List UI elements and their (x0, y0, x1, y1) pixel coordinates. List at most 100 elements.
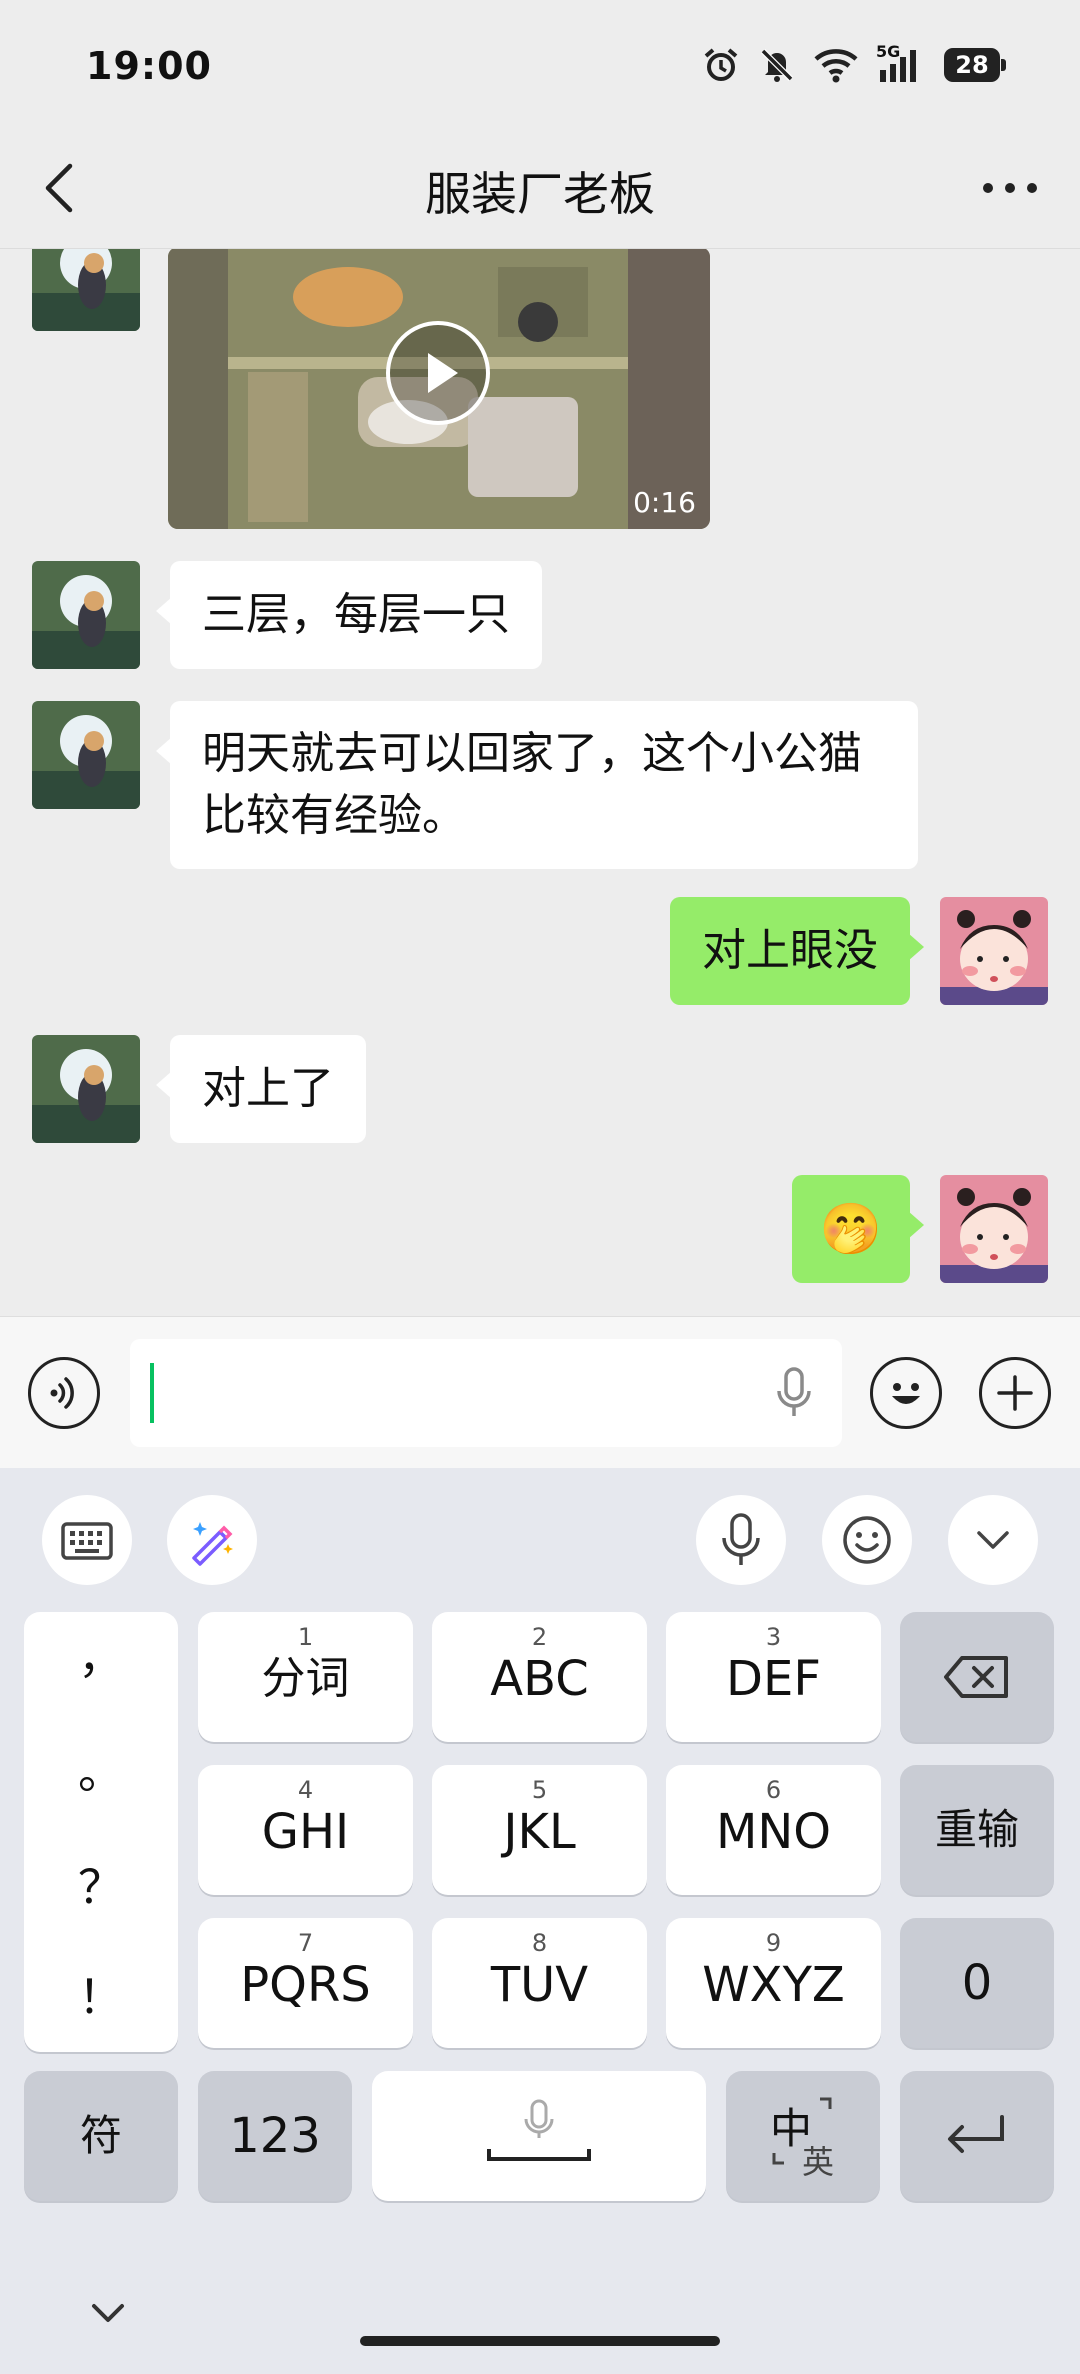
battery-level: 28 (955, 51, 989, 79)
key-label: PQRS (240, 1957, 371, 2013)
punct-period-key[interactable]: 。 (24, 1722, 178, 1832)
key-label: MNO (715, 1804, 832, 1860)
chat-title: 服装厂老板 (425, 167, 655, 221)
emoji-panel-button[interactable] (822, 1495, 912, 1585)
contact-avatar[interactable] (32, 1035, 140, 1143)
video-duration: 0:16 (633, 486, 696, 519)
dictation-mic-icon[interactable] (774, 1367, 814, 1419)
punct-question-key[interactable]: ？ (24, 1832, 178, 1942)
keyboard-layout-button[interactable] (42, 1495, 132, 1585)
incoming-message[interactable]: 对上了 (156, 1035, 366, 1143)
outgoing-message[interactable]: 对上眼没 (670, 897, 924, 1005)
key-9[interactable]: 9 WXYZ (666, 1918, 881, 2048)
key-label: DEF (726, 1651, 821, 1707)
key-7[interactable]: 7 PQRS (198, 1918, 413, 2048)
key-label: 符 (79, 2111, 122, 2160)
text-cursor (150, 1363, 154, 1423)
message-text: 三层，每层一只 (202, 589, 510, 640)
chat-header: 服装厂老板 (0, 130, 1080, 249)
message-text: 明天就去可以回家了，这个小公猫比较有经验。 (202, 728, 862, 841)
key-2[interactable]: 2 ABC (432, 1612, 647, 1742)
play-icon (428, 353, 458, 393)
punct-comma-key[interactable]: ， (24, 1612, 178, 1722)
contact-avatar[interactable] (32, 701, 140, 809)
key-label: 0 (961, 1955, 993, 2011)
wifi-icon (814, 49, 858, 83)
numbers-key[interactable]: 123 (198, 2071, 352, 2201)
key-number: 9 (765, 1929, 782, 1957)
symbol-key[interactable]: 符 (24, 2071, 178, 2201)
key-4[interactable]: 4 GHI (198, 1765, 413, 1895)
hide-keyboard-button[interactable] (948, 1495, 1038, 1585)
home-indicator[interactable] (360, 2336, 720, 2346)
keyboard: ， 。 ？ ！ 1 分词 2 ABC 3 DEF 4 GHI 5 JKL 6 M… (0, 1468, 1080, 2374)
key-label: GHI (261, 1804, 350, 1860)
enter-icon (948, 2115, 1004, 2153)
keyboard-icon (61, 1522, 113, 1560)
alarm-icon (704, 48, 738, 81)
message-input[interactable] (130, 1339, 842, 1447)
enter-key[interactable] (900, 2071, 1054, 2201)
key-8[interactable]: 8 TUV (432, 1918, 647, 2048)
emoji-message: 🤭 (819, 1200, 883, 1258)
key-number: 4 (297, 1776, 314, 1804)
message-text: 对上眼没 (702, 925, 878, 976)
status-bar: 19:00 5G 28 (0, 0, 1080, 130)
signal-icon: 5G (876, 42, 926, 84)
key-0[interactable]: 0 (900, 1918, 1054, 2048)
backspace-icon (944, 1656, 1008, 1698)
battery-icon: 28 (944, 48, 1006, 82)
key-label: WXYZ (702, 1957, 845, 2013)
collapse-keyboard-icon[interactable] (88, 2298, 128, 2328)
video-message[interactable]: 0:16 (168, 249, 710, 529)
mute-icon (760, 48, 794, 82)
key-number: 1 (297, 1623, 314, 1651)
status-icons: 5G 28 (702, 42, 1006, 84)
message-text: 对上了 (202, 1063, 334, 1114)
punctuation-panel: ， 。 ？ ！ (24, 1612, 178, 2052)
key-1[interactable]: 1 分词 (198, 1612, 413, 1742)
key-3[interactable]: 3 DEF (666, 1612, 881, 1742)
punct-exclaim-key[interactable]: ！ (24, 1942, 178, 2052)
reenter-key[interactable]: 重输 (900, 1765, 1054, 1895)
input-bar (0, 1316, 1080, 1469)
my-avatar[interactable] (940, 1175, 1048, 1283)
space-mic-icon (487, 2099, 591, 2161)
chat-area: 0:16 三层，每层一只 明天就去可以回家了，这个小公猫比较有经验。 对上眼没 … (0, 249, 1080, 1316)
more-options-icon[interactable] (980, 158, 1040, 218)
key-number: 8 (531, 1929, 548, 1957)
ai-writing-button[interactable] (167, 1495, 257, 1585)
key-6[interactable]: 6 MNO (666, 1765, 881, 1895)
outgoing-message[interactable]: 🤭 (792, 1175, 924, 1283)
network-type: 5G (876, 42, 901, 61)
voice-input-button[interactable] (696, 1495, 786, 1585)
voice-mode-button[interactable] (28, 1357, 100, 1429)
key-number: 2 (531, 1623, 548, 1651)
smiley-icon (892, 1383, 920, 1404)
play-button[interactable] (386, 321, 490, 425)
space-key[interactable] (372, 2071, 706, 2201)
key-label: JKL (503, 1804, 576, 1860)
key-label: 重输 (934, 1805, 1019, 1854)
voice-icon (50, 1377, 74, 1409)
more-functions-button[interactable] (979, 1357, 1051, 1429)
incoming-message[interactable]: 三层，每层一只 (156, 561, 542, 669)
key-label: TUV (490, 1957, 589, 2013)
key-5[interactable]: 5 JKL (432, 1765, 647, 1895)
key-number: 7 (297, 1929, 314, 1957)
chevron-down-icon (977, 1531, 1009, 1549)
language-switch-key[interactable]: 中 英 (726, 2071, 880, 2201)
emoji-button[interactable] (870, 1357, 942, 1429)
plus-icon (997, 1375, 1033, 1411)
contact-avatar[interactable] (32, 561, 140, 669)
smiley-icon (843, 1516, 891, 1564)
incoming-message[interactable]: 明天就去可以回家了，这个小公猫比较有经验。 (156, 701, 918, 869)
contact-avatar[interactable] (32, 249, 140, 331)
backspace-key[interactable] (900, 1612, 1054, 1742)
my-avatar[interactable] (940, 897, 1048, 1005)
key-number: 6 (765, 1776, 782, 1804)
bracket-icon (772, 2097, 832, 2165)
key-label: 123 (229, 2108, 321, 2164)
key-label: ABC (490, 1651, 589, 1707)
magic-pen-icon (192, 1522, 233, 1566)
